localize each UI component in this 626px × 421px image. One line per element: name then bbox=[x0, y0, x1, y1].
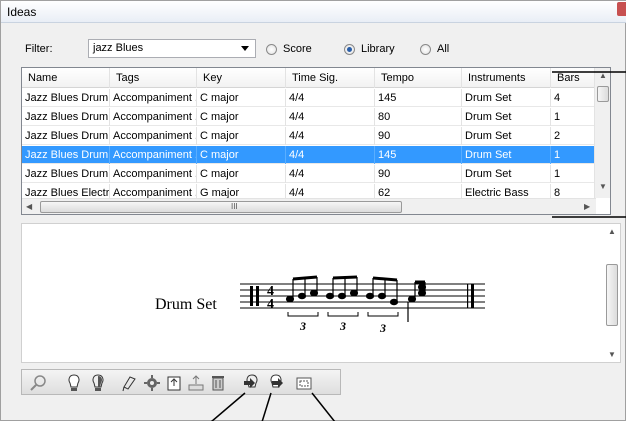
column-header-key[interactable]: Key bbox=[197, 68, 286, 88]
table-row[interactable]: Jazz Blues Drum ...Accompaniment ...C ma… bbox=[22, 89, 596, 107]
new-idea-icon[interactable] bbox=[64, 373, 84, 393]
cell-bars: 4 bbox=[551, 89, 596, 107]
cell-name: Jazz Blues Drum ... bbox=[22, 146, 110, 164]
cell-key: C major bbox=[197, 165, 286, 183]
delete-icon[interactable] bbox=[208, 373, 228, 393]
table-row[interactable]: Jazz Blues Drum ...Accompaniment ...C ma… bbox=[22, 165, 596, 183]
table-row[interactable]: Jazz Blues Drum ...Accompaniment ...C ma… bbox=[22, 127, 596, 145]
scroll-up-icon[interactable]: ▲ bbox=[608, 227, 616, 236]
filter-value: jazz Blues bbox=[93, 42, 144, 54]
column-header-bars[interactable]: Bars bbox=[551, 68, 596, 88]
percussion-clef-icon bbox=[250, 286, 253, 306]
table-horizontal-scrollbar[interactable]: ◀ III ▶ bbox=[22, 198, 596, 214]
cell-name: Jazz Blues Drum ... bbox=[22, 89, 110, 107]
cell-instruments: Drum Set bbox=[462, 165, 551, 183]
paste-section-icon[interactable] bbox=[294, 373, 314, 393]
chevron-down-icon[interactable] bbox=[241, 46, 249, 51]
cell-name: Jazz Blues Drum ... bbox=[22, 108, 110, 126]
radio-label: Score bbox=[283, 43, 312, 55]
ideas-table: Name Tags Key Time Sig. Tempo Instrument… bbox=[21, 67, 611, 215]
cell-bars: 2 bbox=[551, 127, 596, 145]
column-header-name[interactable]: Name bbox=[22, 68, 110, 88]
scroll-grip: III bbox=[231, 202, 238, 211]
cell-key: C major bbox=[197, 89, 286, 107]
export-icon[interactable] bbox=[186, 373, 206, 393]
scroll-up-icon[interactable]: ▲ bbox=[599, 71, 607, 80]
cell-name: Jazz Blues Drum ... bbox=[22, 165, 110, 183]
final-barline bbox=[471, 284, 474, 308]
scroll-left-icon[interactable]: ◀ bbox=[26, 202, 32, 211]
column-header-instruments[interactable]: Instruments bbox=[462, 68, 551, 88]
window-title: Ideas bbox=[7, 5, 37, 19]
table-row[interactable]: Jazz Blues Drum ...Accompaniment ...C ma… bbox=[22, 146, 596, 164]
radio-dot[interactable] bbox=[420, 44, 431, 55]
cell-time-sig: 4/4 bbox=[286, 89, 375, 107]
cell-bars: 1 bbox=[551, 165, 596, 183]
ideas-panel: Filter: jazz Blues Score Library All Nam… bbox=[11, 31, 621, 401]
cell-time-sig: 4/4 bbox=[286, 165, 375, 183]
cell-time-sig: 4/4 bbox=[286, 108, 375, 126]
scroll-down-icon[interactable]: ▼ bbox=[599, 182, 607, 191]
preview-instrument-label: Drum Set bbox=[155, 296, 217, 313]
cell-tags: Accompaniment ... bbox=[110, 165, 197, 183]
cell-bars: 1 bbox=[551, 108, 596, 126]
scroll-thumb[interactable]: III bbox=[40, 201, 402, 213]
tuplet-label: 3 bbox=[339, 319, 346, 333]
cell-tempo: 90 bbox=[375, 127, 462, 145]
capture-idea-icon[interactable] bbox=[88, 373, 108, 393]
scroll-down-icon[interactable]: ▼ bbox=[608, 350, 616, 359]
filter-combobox[interactable]: jazz Blues bbox=[88, 39, 256, 58]
cell-tags: Accompaniment ... bbox=[110, 127, 197, 145]
cell-bars: 1 bbox=[551, 146, 596, 164]
close-button[interactable] bbox=[617, 2, 626, 16]
cell-key: C major bbox=[197, 108, 286, 126]
edit-idea-icon[interactable] bbox=[120, 373, 140, 393]
cell-tempo: 90 bbox=[375, 165, 462, 183]
cell-tempo: 145 bbox=[375, 89, 462, 107]
idea-preview: Drum Set 4 4 3 3 3 ▲ ▼ bbox=[21, 223, 621, 363]
scroll-thumb[interactable] bbox=[597, 86, 609, 102]
preview-vertical-scrollbar[interactable]: ▲ ▼ bbox=[604, 224, 620, 362]
cell-key: C major bbox=[197, 146, 286, 164]
search-idea-icon[interactable] bbox=[28, 373, 48, 393]
paste-as-tempo-icon[interactable] bbox=[266, 373, 286, 393]
ideas-toolbar bbox=[21, 369, 341, 395]
column-header-tempo[interactable]: Tempo bbox=[375, 68, 462, 88]
notation-preview: 4 4 3 3 3 bbox=[240, 275, 485, 335]
radio-label: All bbox=[437, 43, 450, 55]
cell-time-sig: 4/4 bbox=[286, 127, 375, 145]
cell-time-sig: 4/4 bbox=[286, 146, 375, 164]
table-vertical-scrollbar[interactable]: ▲ ▼ bbox=[594, 68, 610, 198]
cell-tempo: 145 bbox=[375, 146, 462, 164]
tuplet-label: 3 bbox=[299, 319, 306, 333]
cell-instruments: Drum Set bbox=[462, 89, 551, 107]
column-header-time-sig[interactable]: Time Sig. bbox=[286, 68, 375, 88]
scroll-right-icon[interactable]: ▶ bbox=[584, 202, 590, 211]
title-bar: Ideas bbox=[1, 1, 626, 23]
ideas-window: Ideas Filter: jazz Blues Score Library A… bbox=[0, 0, 626, 421]
paste-idea-icon[interactable] bbox=[242, 373, 262, 393]
radio-label: Library bbox=[361, 43, 395, 55]
table-header: Name Tags Key Time Sig. Tempo Instrument… bbox=[22, 68, 596, 88]
settings-icon[interactable] bbox=[142, 373, 162, 393]
import-icon[interactable] bbox=[164, 373, 184, 393]
cell-tags: Accompaniment ... bbox=[110, 146, 197, 164]
cell-instruments: Drum Set bbox=[462, 127, 551, 145]
filter-label: Filter: bbox=[25, 43, 53, 55]
cell-key: C major bbox=[197, 127, 286, 145]
scroll-thumb[interactable] bbox=[606, 264, 618, 326]
radio-dot[interactable] bbox=[266, 44, 277, 55]
cell-instruments: Drum Set bbox=[462, 108, 551, 126]
column-header-tags[interactable]: Tags bbox=[110, 68, 197, 88]
cell-name: Jazz Blues Drum ... bbox=[22, 127, 110, 145]
table-row[interactable]: Jazz Blues Drum ...Accompaniment ...C ma… bbox=[22, 108, 596, 126]
cell-tags: Accompaniment ... bbox=[110, 108, 197, 126]
cell-tags: Accompaniment ... bbox=[110, 89, 197, 107]
cell-tempo: 80 bbox=[375, 108, 462, 126]
tuplet-label: 3 bbox=[379, 321, 386, 335]
cell-instruments: Drum Set bbox=[462, 146, 551, 164]
radio-dot[interactable] bbox=[344, 44, 355, 55]
time-signature-bottom: 4 bbox=[267, 297, 274, 312]
